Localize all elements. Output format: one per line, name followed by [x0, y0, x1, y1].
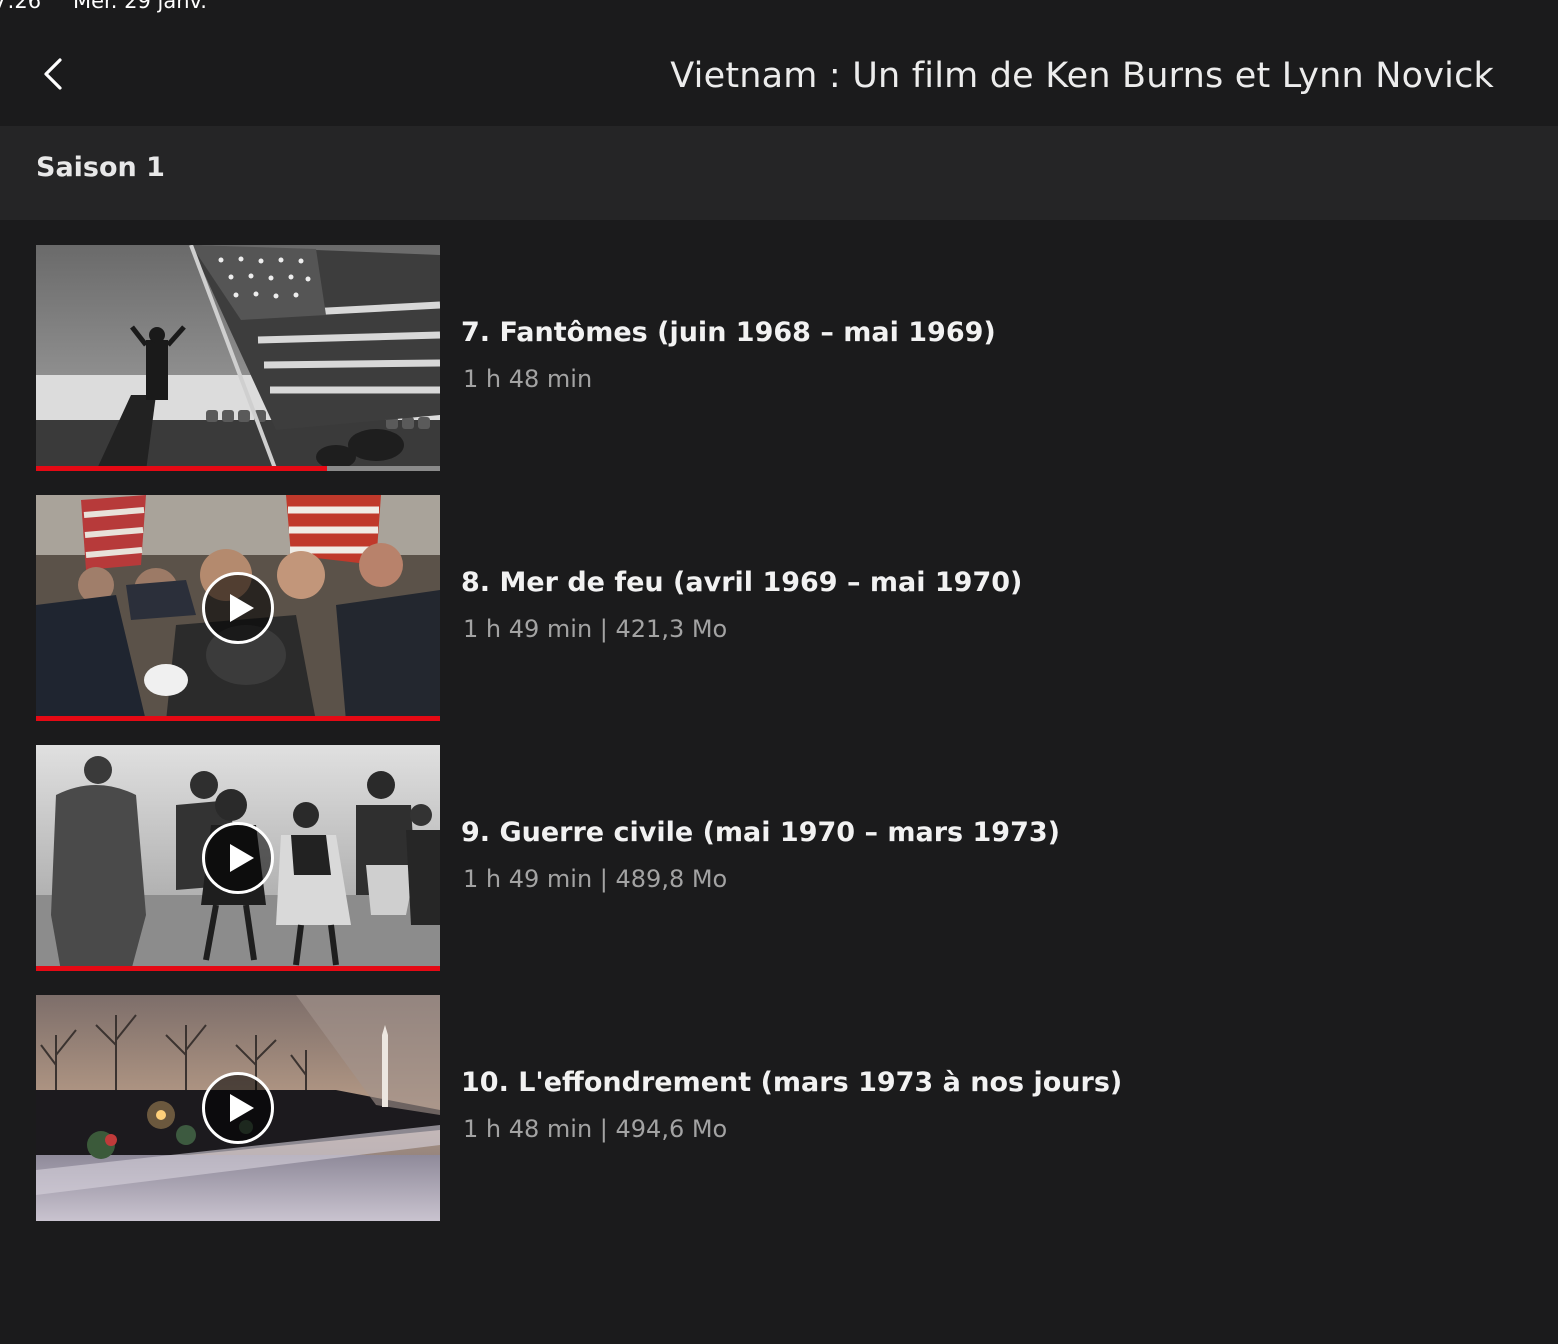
episode-meta: 1 h 48 min: [463, 365, 593, 393]
episode-meta: 1 h 48 min | 494,6 Mo: [463, 1115, 728, 1143]
show-title: Vietnam : Un film de Ken Burns et Lynn N…: [670, 56, 1494, 96]
play-button[interactable]: [202, 572, 274, 644]
status-bar: 7:26 Mer. 29 janv.: [0, 0, 1558, 20]
progress-bar: [36, 716, 440, 721]
episode-thumbnail[interactable]: [36, 745, 440, 971]
episode-title: 8. Mer de feu (avril 1969 – mai 1970): [461, 567, 1023, 598]
progress-bar: [36, 466, 440, 471]
episode-title: 9. Guerre civile (mai 1970 – mars 1973): [461, 817, 1060, 848]
episode-meta: 1 h 49 min | 421,3 Mo: [463, 615, 728, 643]
episode-title: 10. L'effondrement (mars 1973 à nos jour…: [461, 1067, 1123, 1098]
progress-bar: [36, 966, 440, 971]
progress-fill: [36, 966, 440, 971]
episode-item-9[interactable]: 9. Guerre civile (mai 1970 – mars 1973) …: [36, 745, 1136, 971]
status-date: Mer. 29 janv.: [73, 0, 207, 13]
episode-thumbnail[interactable]: [36, 495, 440, 721]
progress-fill: [36, 716, 440, 721]
episode-item-10[interactable]: 10. L'effondrement (mars 1973 à nos jour…: [36, 995, 1136, 1221]
season-selector[interactable]: Saison 1: [0, 126, 1558, 220]
play-button[interactable]: [202, 1072, 274, 1144]
thumbnail-image: [36, 245, 440, 471]
status-time: 7:26: [0, 0, 42, 13]
episode-item-7[interactable]: 7. Fantômes (juin 1968 – mai 1969) 1 h 4…: [36, 245, 1136, 471]
episode-thumbnail[interactable]: [36, 245, 440, 471]
chevron-left-icon: [30, 48, 78, 104]
back-button[interactable]: [30, 48, 78, 104]
episode-title: 7. Fantômes (juin 1968 – mai 1969): [461, 317, 996, 348]
progress-fill: [36, 466, 327, 471]
episode-meta: 1 h 49 min | 489,8 Mo: [463, 865, 728, 893]
header: Vietnam : Un film de Ken Burns et Lynn N…: [0, 20, 1558, 126]
season-label: Saison 1: [36, 152, 165, 183]
episode-thumbnail[interactable]: [36, 995, 440, 1221]
episode-item-8[interactable]: 8. Mer de feu (avril 1969 – mai 1970) 1 …: [36, 495, 1136, 721]
play-button[interactable]: [202, 822, 274, 894]
